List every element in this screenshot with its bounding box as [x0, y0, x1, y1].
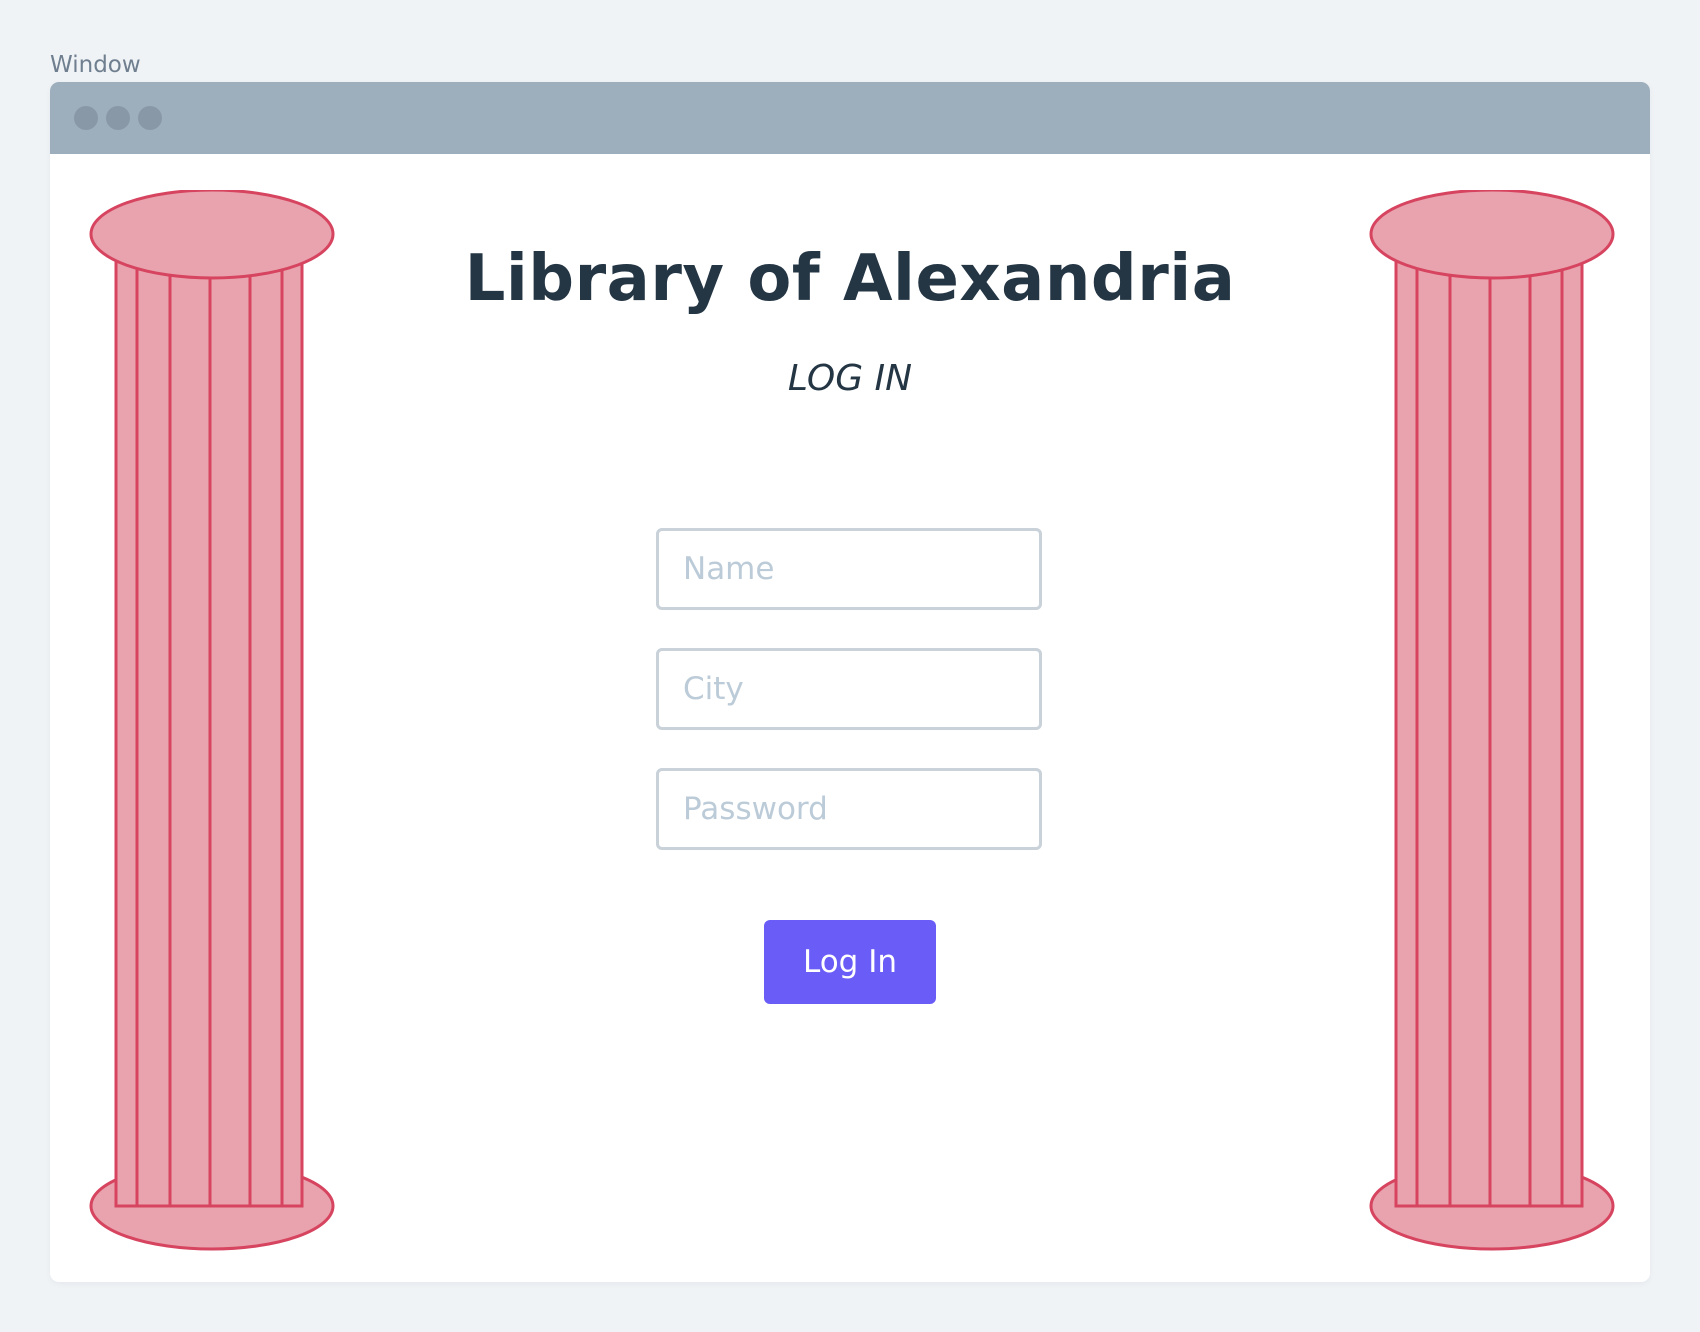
minimize-window-dot[interactable] [106, 106, 130, 130]
window-caption: Window [50, 52, 141, 78]
log-in-button[interactable]: Log In [764, 920, 936, 1004]
right-column-pillar-icon [1369, 190, 1615, 1251]
app-window: Library of Alexandria LOG IN Log In [50, 82, 1650, 1282]
maximize-window-dot[interactable] [138, 106, 162, 130]
city-field[interactable] [656, 648, 1042, 730]
window-titlebar[interactable] [50, 82, 1650, 154]
page-title: Library of Alexandria [464, 242, 1236, 316]
page-subtitle: LOG IN [787, 358, 913, 399]
close-window-dot[interactable] [74, 106, 98, 130]
left-column-pillar-icon [89, 190, 335, 1251]
password-field[interactable] [656, 768, 1042, 850]
name-field[interactable] [656, 528, 1042, 610]
